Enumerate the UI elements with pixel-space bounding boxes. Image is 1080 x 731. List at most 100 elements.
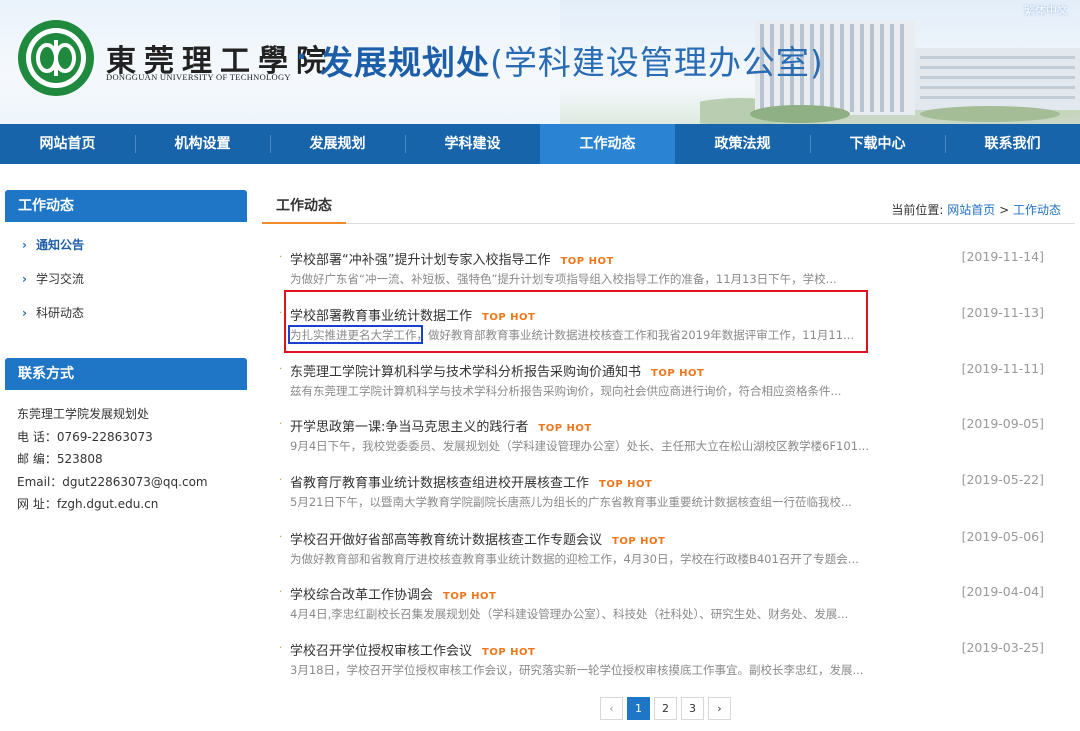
site-header: 繁体中文 東莞理工學院 DONGGUAN UNIVERSITY OF TECHN… xyxy=(0,0,1080,124)
next-page-button[interactable]: › xyxy=(708,697,731,720)
news-title: 开学思政第一课:争当马克思主义的践行者 xyxy=(290,420,529,435)
news-summary: 为做好教育部和省教育厅进校核查教育事业统计数据的迎检工作，4月30日，学校在行政… xyxy=(290,552,859,566)
news-title-link[interactable]: 东莞理工学院计算机科学与技术学科分析报告采购询价通知书 TOP HOT xyxy=(290,361,704,380)
news-date: [2019-05-06] xyxy=(961,529,1044,544)
news-date: [2019-04-04] xyxy=(961,584,1044,599)
hot-badge: TOP HOT xyxy=(599,479,653,490)
chevron-right-icon: › xyxy=(22,272,27,286)
breadcrumb-separator: > xyxy=(995,203,1013,217)
news-date: [2019-11-14] xyxy=(961,249,1044,264)
news-title: 学校召开学位授权审核工作会议 xyxy=(290,644,473,659)
main-navigation: 网站首页 机构设置 发展规划 学科建设 工作动态 政策法规 下载中心 联系我们 xyxy=(0,124,1080,164)
news-item[interactable]: · 学校召开做好省部高等教育统计数据核查工作专题会议 TOP HOT 为做好教育部… xyxy=(276,529,1056,575)
school-name-english: DONGGUAN UNIVERSITY OF TECHNOLOGY xyxy=(106,72,291,82)
sidebar-item-label: 科研动态 xyxy=(35,306,84,320)
chevron-right-icon: › xyxy=(22,238,27,252)
breadcrumb: 当前位置: 网站首页 > 工作动态 xyxy=(891,201,1061,218)
page-button-1[interactable]: 1 xyxy=(627,697,650,720)
sidebar-item-study-exchange[interactable]: › 学习交流 xyxy=(22,270,84,304)
bullet-icon: · xyxy=(279,252,283,263)
sidebar-item-notices[interactable]: › 通知公告 xyxy=(22,236,84,270)
sidebar-section-title: 工作动态 xyxy=(5,190,247,222)
contact-website: 网 址：fzgh.dgut.edu.cn xyxy=(17,497,159,511)
contact-email: Email：dgut22863073@qq.com xyxy=(17,474,208,489)
news-summary: 9月4日下午，我校党委委员、发展规划处（学科建设管理办公室）处长、主任邢大立在松… xyxy=(290,439,869,453)
news-date: [2019-11-11] xyxy=(961,361,1044,376)
news-summary: 4月4日,李忠红副校长召集发展规划处（学科建设管理办公室）、科技处（社科处）、研… xyxy=(290,607,849,621)
news-item[interactable]: · 学校召开学位授权审核工作会议 TOP HOT 3月18日，学校召开学位授权审核… xyxy=(276,640,1056,686)
news-summary: 5月21日下午，以暨南大学教育学院副院长唐燕儿为组长的广东省教育事业重要统计数据… xyxy=(290,495,852,509)
hot-badge: TOP HOT xyxy=(612,536,666,547)
hot-badge: TOP HOT xyxy=(538,423,592,434)
news-date: [2019-09-05] xyxy=(961,416,1044,431)
news-title-link[interactable]: 学校综合改革工作协调会 TOP HOT xyxy=(290,584,496,603)
nav-item-downloads[interactable]: 下载中心 xyxy=(810,124,945,164)
sidebar-item-label: 通知公告 xyxy=(35,238,84,252)
contact-phone: 电 话：0769-22863073 xyxy=(17,429,153,444)
contact-org: 东莞理工学院发展规划处 xyxy=(17,407,150,421)
news-item[interactable]: · 学校部署“冲补强”提升计划专家入校指导工作 TOP HOT 为做好广东省“冲一… xyxy=(276,249,1056,295)
nav-item-policies[interactable]: 政策法规 xyxy=(675,124,810,164)
news-summary: 为做好广东省“冲一流、补短板、强特色”提升计划专项指导组入校指导工作的准备，11… xyxy=(290,272,837,286)
nav-item-work-news[interactable]: 工作动态 xyxy=(540,124,675,164)
breadcrumb-current-link[interactable]: 工作动态 xyxy=(1013,203,1061,217)
nav-item-organization[interactable]: 机构设置 xyxy=(135,124,270,164)
page-button-3[interactable]: 3 xyxy=(681,697,704,720)
news-title-link[interactable]: 学校召开做好省部高等教育统计数据核查工作专题会议 TOP HOT xyxy=(290,529,665,548)
news-title-link[interactable]: 学校部署“冲补强”提升计划专家入校指导工作 TOP HOT xyxy=(290,249,614,268)
news-title-link[interactable]: 省教育厅教育事业统计数据核查组进校开展核查工作 TOP HOT xyxy=(290,472,652,491)
news-summary: 兹有东莞理工学院计算机科学与技术学科分析报告采购询价，现向社会供应商进行询价，符… xyxy=(290,384,842,398)
news-title: 学校综合改革工作协调会 xyxy=(290,588,434,603)
page-button-2[interactable]: 2 xyxy=(654,697,677,720)
nav-item-home[interactable]: 网站首页 xyxy=(0,124,135,164)
news-date: [2019-03-25] xyxy=(961,640,1044,655)
news-item[interactable]: · 开学思政第一课:争当马克思主义的践行者 TOP HOT 9月4日下午，我校党委… xyxy=(276,416,1056,462)
contact-section-title: 联系方式 xyxy=(5,358,247,390)
bullet-icon: · xyxy=(279,364,283,375)
bullet-icon: · xyxy=(279,532,283,543)
content-tab-title: 工作动态 xyxy=(262,190,346,224)
pagination: ‹ 1 2 3 › xyxy=(600,697,731,720)
department-title: 发展规划处(学科建设管理办公室) xyxy=(320,36,824,84)
hot-badge: TOP HOT xyxy=(560,256,614,267)
hot-badge: TOP HOT xyxy=(482,647,536,658)
news-title-link[interactable]: 开学思政第一课:争当马克思主义的践行者 TOP HOT xyxy=(290,416,592,435)
news-item[interactable]: · 省教育厅教育事业统计数据核查组进校开展核查工作 TOP HOT 5月21日下午… xyxy=(276,472,1056,518)
nav-item-development-planning[interactable]: 发展规划 xyxy=(270,124,405,164)
language-switch-link[interactable]: 繁体中文 xyxy=(1024,2,1068,18)
bullet-icon: · xyxy=(279,587,283,598)
news-title-link[interactable]: 学校召开学位授权审核工作会议 TOP HOT xyxy=(290,640,535,659)
news-title: 学校召开做好省部高等教育统计数据核查工作专题会议 xyxy=(290,533,603,548)
sidebar-item-label: 学习交流 xyxy=(35,272,84,286)
news-item[interactable]: · 东莞理工学院计算机科学与技术学科分析报告采购询价通知书 TOP HOT 兹有东… xyxy=(276,361,1056,407)
hot-badge: TOP HOT xyxy=(443,591,497,602)
contact-postcode: 邮 编：523808 xyxy=(17,452,103,466)
title-separator-dot: · xyxy=(296,40,307,73)
news-title: 省教育厅教育事业统计数据核查组进校开展核查工作 xyxy=(290,476,590,491)
bullet-icon: · xyxy=(279,643,283,654)
news-summary: 3月18日，学校召开学位授权审核工作会议，研究落实新一轮学位授权审核摸底工作事宜… xyxy=(290,663,864,677)
university-logo xyxy=(18,20,94,96)
department-subtitle: (学科建设管理办公室) xyxy=(490,43,824,82)
content-header: 工作动态 当前位置: 网站首页 > 工作动态 xyxy=(262,190,1075,224)
hot-badge: TOP HOT xyxy=(651,368,705,379)
sidebar-item-research-news[interactable]: › 科研动态 xyxy=(22,304,84,338)
news-date: [2019-05-22] xyxy=(961,472,1044,487)
highlight-box-blue xyxy=(288,325,423,344)
bullet-icon: · xyxy=(279,419,283,430)
prev-page-button[interactable]: ‹ xyxy=(600,697,623,720)
nav-item-discipline-construction[interactable]: 学科建设 xyxy=(405,124,540,164)
news-title: 学校部署“冲补强”提升计划专家入校指导工作 xyxy=(290,253,551,268)
bullet-icon: · xyxy=(279,475,283,486)
news-item[interactable]: · 学校综合改革工作协调会 TOP HOT 4月4日,李忠红副校长召集发展规划处（… xyxy=(276,584,1056,630)
sidebar-menu: › 通知公告 › 学习交流 › 科研动态 xyxy=(22,236,84,338)
chevron-right-icon: › xyxy=(22,306,27,320)
breadcrumb-prefix: 当前位置: xyxy=(891,203,948,217)
department-name: 发展规划处 xyxy=(320,43,490,82)
nav-item-contact[interactable]: 联系我们 xyxy=(945,124,1080,164)
news-title: 东莞理工学院计算机科学与技术学科分析报告采购询价通知书 xyxy=(290,365,642,380)
breadcrumb-home-link[interactable]: 网站首页 xyxy=(947,203,995,217)
bullet-icon: · xyxy=(279,308,283,319)
news-date: [2019-11-13] xyxy=(961,305,1044,320)
contact-info: 东莞理工学院发展规划处 电 话：0769-22863073 邮 编：523808… xyxy=(17,403,208,516)
